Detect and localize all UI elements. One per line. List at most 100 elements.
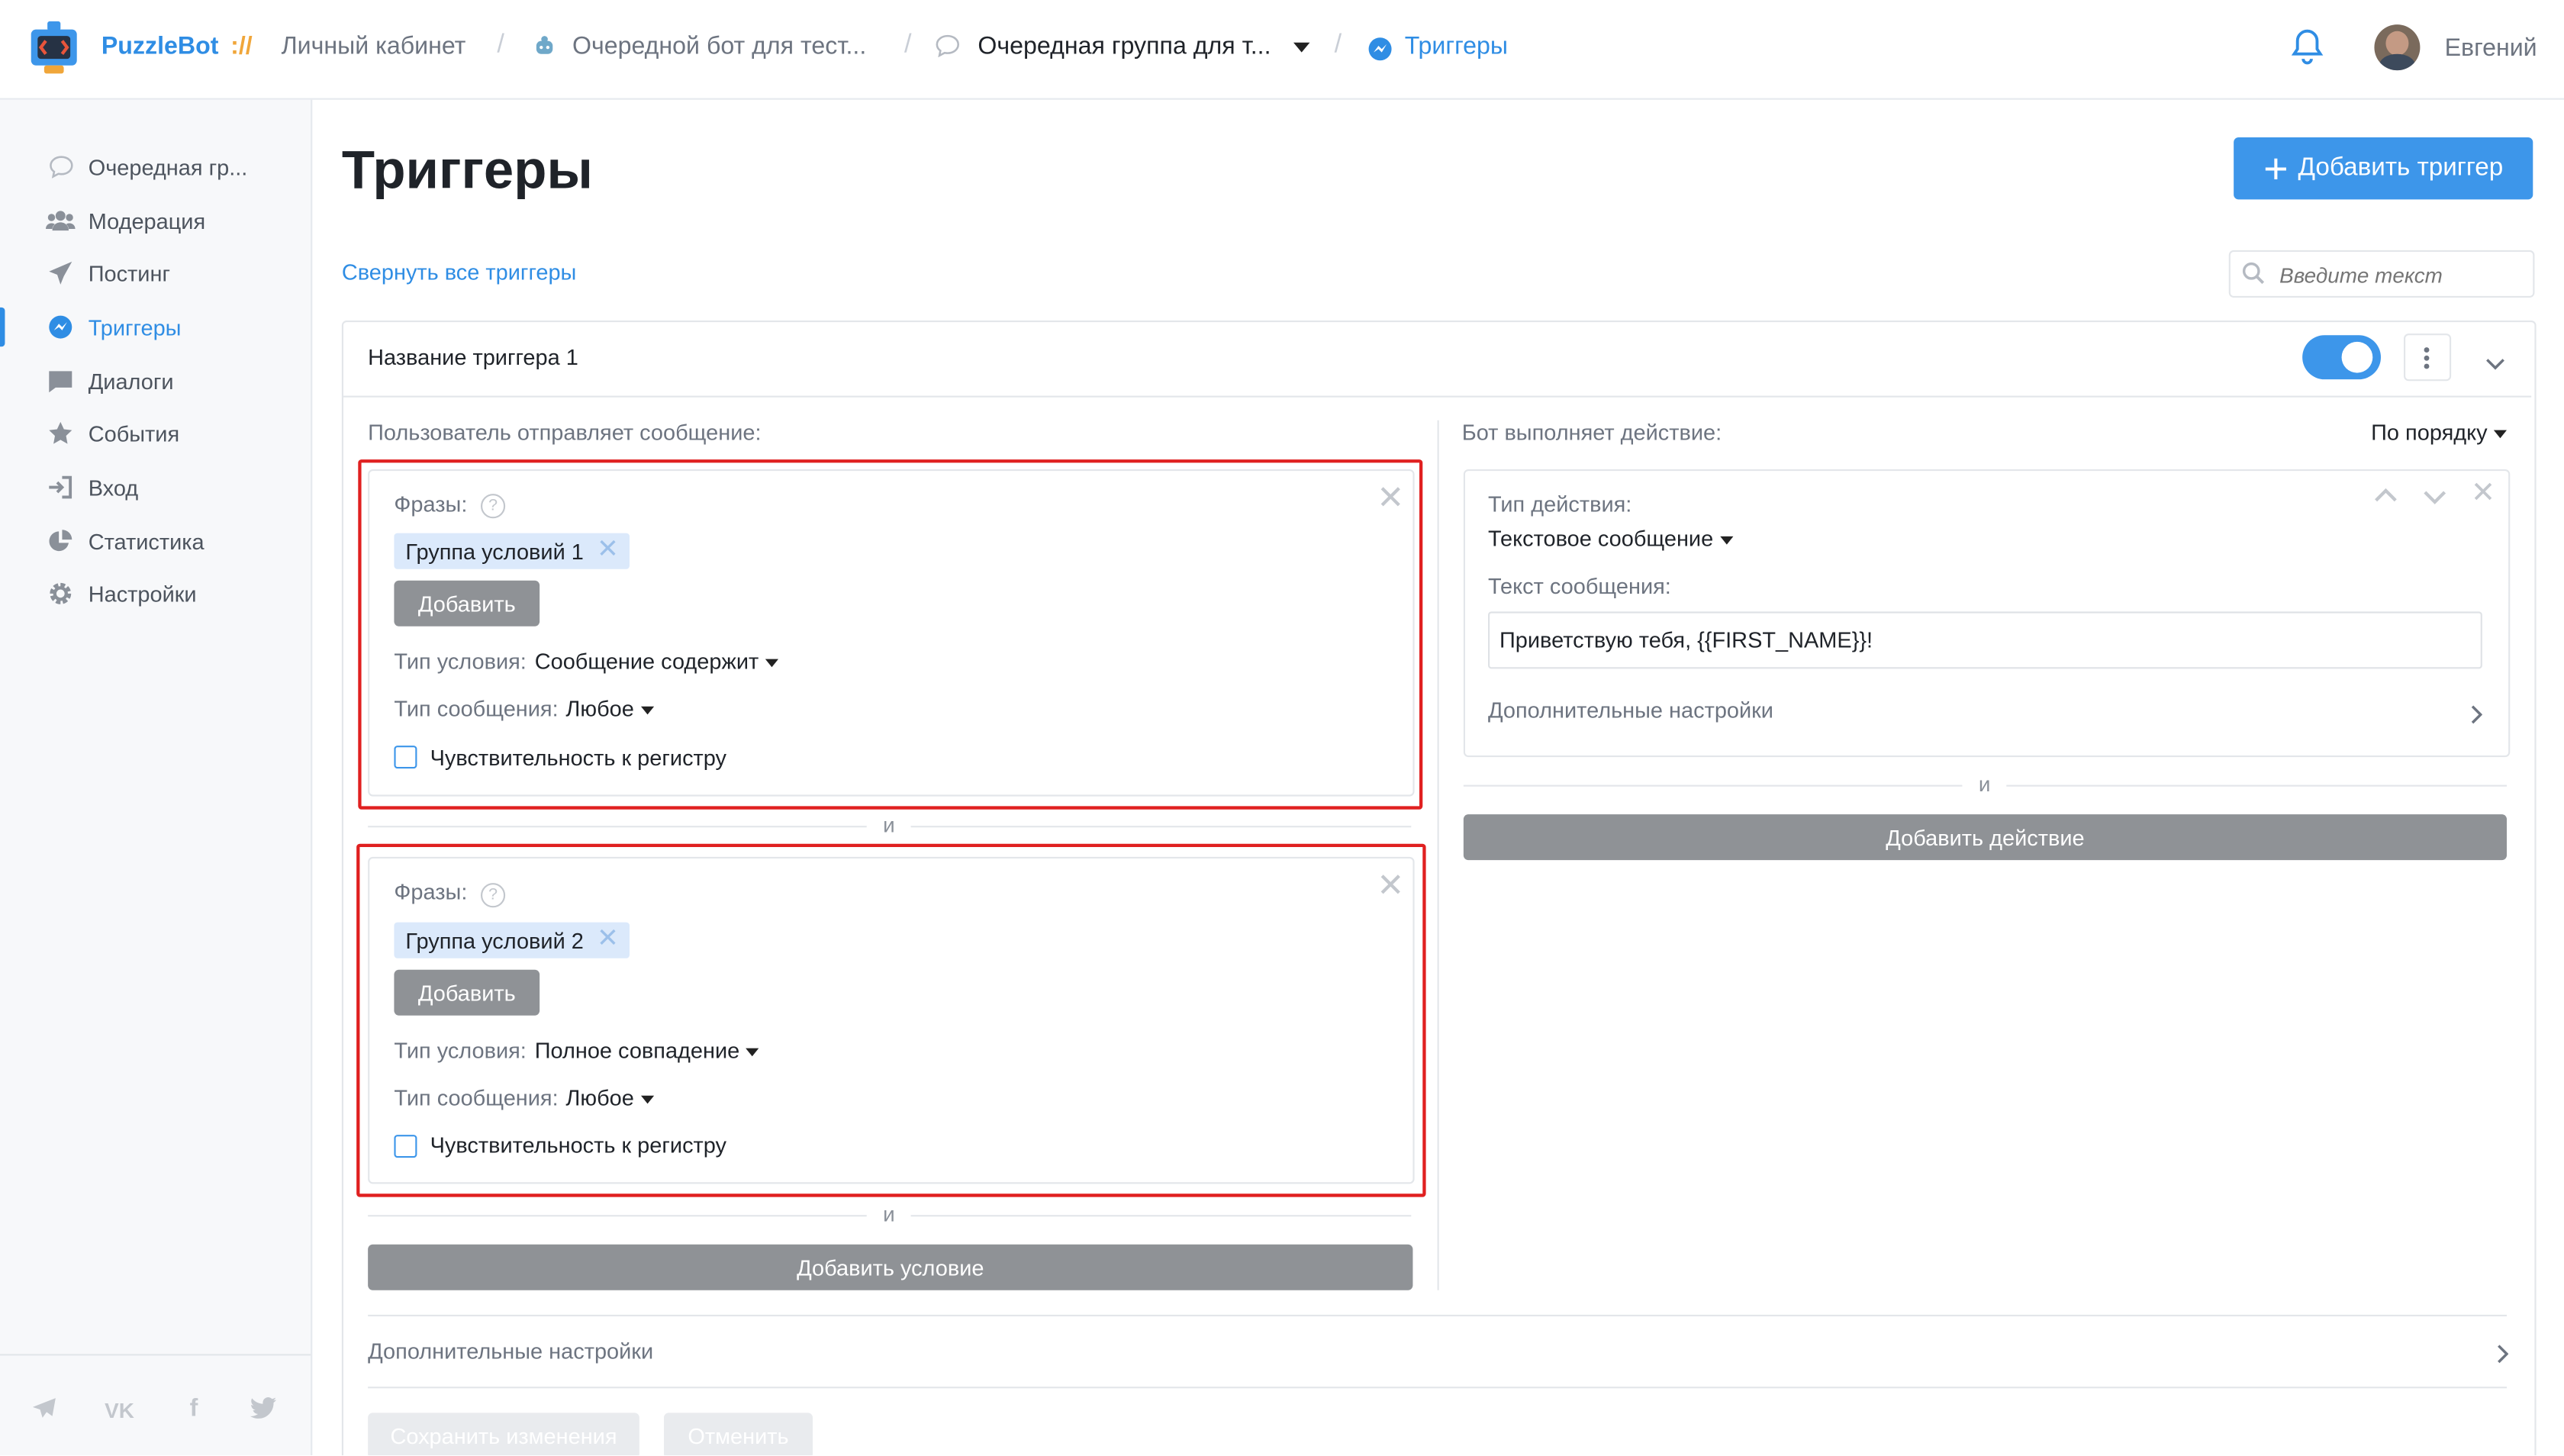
puzzlebot-logo[interactable] [30,21,79,74]
help-icon[interactable]: ? [481,883,506,908]
vk-icon[interactable]: VK [105,1398,134,1422]
close-icon[interactable]: ✕ [2471,476,2495,511]
breadcrumb-group[interactable]: Очередная группа для т... [978,33,1271,60]
order-dropdown[interactable]: По порядку [2371,420,2508,445]
section-divider [368,1314,2508,1316]
sidebar-item-label: Вход [88,475,139,500]
add-phrase-button[interactable]: Добавить [394,580,540,627]
condition-type-value: Сообщение содержит [534,649,759,674]
message-type-dropdown[interactable]: Любое [565,697,654,721]
sidebar-item-events[interactable]: События [46,414,179,453]
case-sensitive-label: Чувствительность к регистру [430,746,727,771]
add-phrase-button[interactable]: Добавить [394,969,540,1016]
phrase-tag-label: Группа условий 2 [405,928,584,953]
condition-type-value: Полное совпадение [534,1038,740,1063]
and-label: и [866,1202,912,1227]
collapse-all-link[interactable]: Свернуть все триггеры [342,260,577,285]
close-icon[interactable]: ✕ [1377,478,1404,519]
caret-down-icon [765,659,778,668]
condition-type-dropdown[interactable]: Сообщение содержит [535,649,778,674]
column-divider [1437,420,1439,1290]
more-options-button[interactable] [2404,333,2452,382]
sidebar-item-login[interactable]: Вход [46,468,138,507]
phrase-tag[interactable]: Группа условий 2 ✕ [394,922,630,958]
sidebar-item-settings[interactable]: Настройки [46,574,197,613]
brand-separator: :// [230,32,253,61]
section-divider [368,1387,2508,1389]
remove-tag-icon[interactable]: ✕ [597,537,619,564]
active-indicator [0,307,5,347]
gear-icon [46,579,76,609]
action-type-dropdown[interactable]: Текстовое сообщение [1488,527,1733,551]
breadcrumb-cabinet[interactable]: Личный кабинет [282,33,466,60]
case-sensitive-label: Чувствительность к регистру [430,1133,727,1158]
search-input[interactable] [2276,256,2528,293]
breadcrumb-bot[interactable]: Очередной бот для тест... [572,33,866,60]
breadcrumb-separator: / [904,31,912,60]
caret-down-icon [2494,430,2508,439]
add-condition-button[interactable]: Добавить условие [368,1244,1413,1290]
phrases-label: Фразы: [394,492,468,517]
save-changes-button[interactable]: Сохранить изменения [368,1413,639,1456]
and-label: и [866,813,912,838]
sidebar-item-posting[interactable]: Постинг [46,253,170,292]
search-box[interactable] [2228,250,2535,298]
move-up-icon[interactable] [2374,481,2397,507]
sidebar-item-statistics[interactable]: Статистика [46,522,205,561]
brand-name[interactable]: PuzzleBot [101,33,219,60]
user-name[interactable]: Евгений [2445,34,2537,62]
message-type-dropdown[interactable]: Любое [565,1086,654,1110]
message-text-input[interactable]: Приветствую тебя, {{FIRST_NAME}}! [1487,611,2482,669]
bot-action-label: Бот выполняет действие: [1461,420,1722,445]
caret-down-icon [640,706,654,715]
sidebar-item-label: Настройки [88,581,197,606]
help-icon[interactable]: ? [481,494,506,519]
message-type-label: Тип сообщения: [394,1085,559,1110]
telegram-icon[interactable] [31,1396,57,1424]
sidebar-item-triggers[interactable]: Триггеры [46,308,181,346]
chevron-down-icon[interactable] [1293,42,1310,53]
cancel-button[interactable]: Отменить [664,1413,813,1456]
action-type-value: Текстовое сообщение [1487,527,1714,552]
sidebar-item-label: Диалоги [88,369,174,394]
sidebar-item-moderation[interactable]: Модерация [46,201,205,240]
breadcrumb-separator: / [497,31,504,60]
page-title: Триггеры [341,139,593,200]
action-extra-settings[interactable]: Дополнительные настройки [1488,698,1773,723]
case-sensitive-checkbox[interactable] [394,1135,417,1158]
add-trigger-button[interactable]: + Добавить триггер [2234,137,2533,200]
sidebar-item-group[interactable]: Очередная гр... [46,147,247,186]
extra-settings-link[interactable]: Дополнительные настройки [368,1339,653,1364]
order-value: По порядку [2371,420,2488,445]
move-down-icon[interactable] [2424,484,2446,510]
remove-tag-icon[interactable]: ✕ [597,926,619,953]
star-icon [46,419,76,449]
twitter-icon[interactable] [250,1396,278,1424]
paper-plane-icon [46,259,76,288]
app-root: { "header": { "brand": "PuzzleBot", "bra… [0,0,2564,1456]
breadcrumb-triggers[interactable]: Триггеры [1405,33,1508,60]
avatar[interactable] [2374,24,2421,71]
messenger-icon [46,312,76,342]
add-action-button[interactable]: Добавить действие [1463,814,2507,861]
trigger-name[interactable]: Название триггера 1 [368,345,578,369]
message-text-value: Приветствую тебя, {{FIRST_NAME}}! [1499,627,1873,652]
search-icon [2242,262,2265,289]
collapse-trigger-chevron-icon[interactable] [2485,350,2505,376]
caret-down-icon [746,1048,759,1057]
sidebar-item-label: Модерация [88,208,206,234]
messenger-icon [1367,36,1393,67]
user-sends-label: Пользователь отправляет сообщение: [368,420,762,445]
close-icon[interactable]: ✕ [1377,865,1404,907]
trigger-enable-toggle[interactable] [2302,335,2381,380]
condition-type-dropdown[interactable]: Полное совпадение [535,1039,759,1063]
and-label: и [1962,771,2007,797]
case-sensitive-checkbox[interactable] [394,746,417,769]
chevron-right-icon[interactable] [2471,703,2483,729]
chevron-right-icon[interactable] [2497,1342,2509,1368]
facebook-icon[interactable]: f [190,1395,198,1422]
kebab-menu-icon [2424,346,2430,374]
phrase-tag[interactable]: Группа условий 1 ✕ [394,533,630,569]
bell-icon[interactable] [2289,27,2325,72]
sidebar-item-dialogs[interactable]: Диалоги [46,362,174,401]
